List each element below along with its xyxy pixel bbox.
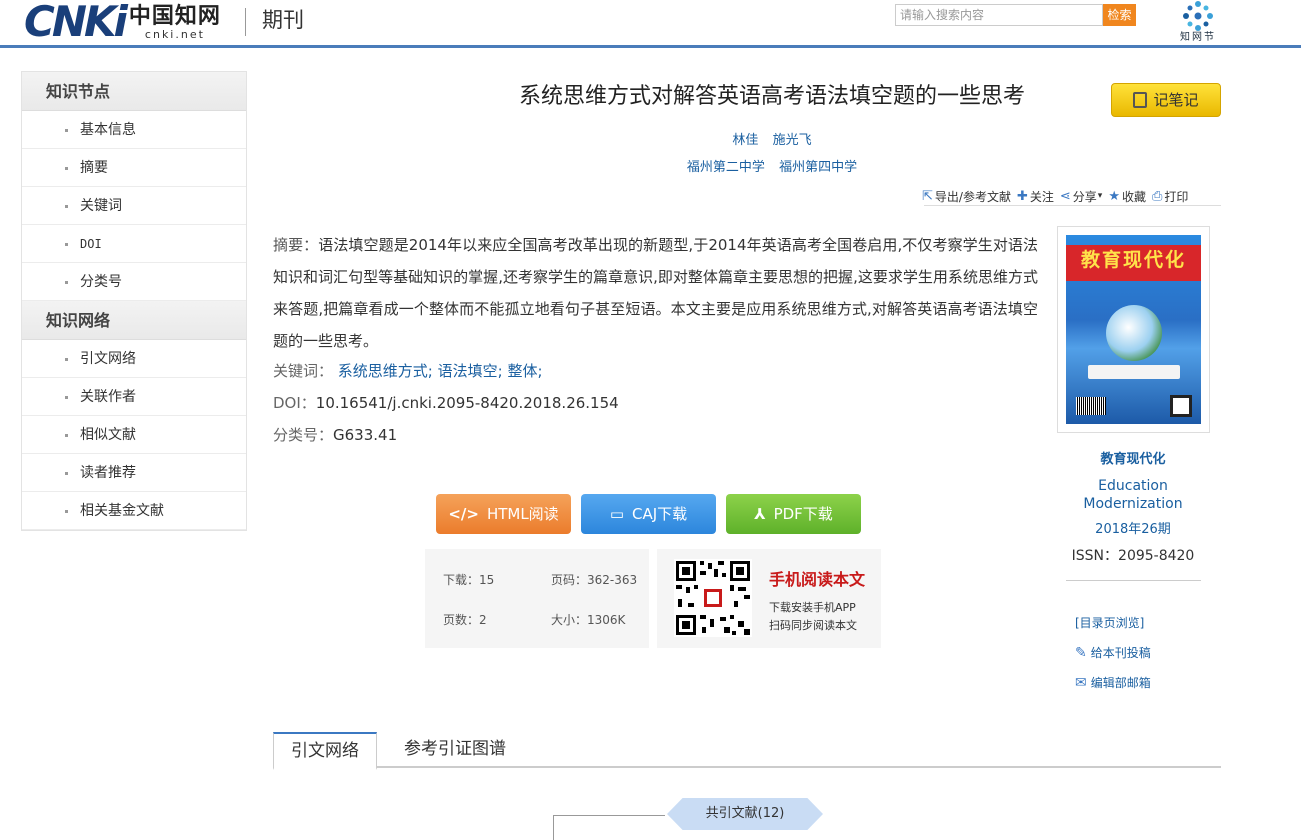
journal-issn: ISSN：2095-8420 bbox=[1071, 548, 1195, 564]
cnki-logo-url: cnki.net bbox=[144, 28, 205, 41]
submit-link[interactable]: ✎ 给本刊投稿 bbox=[1075, 644, 1151, 662]
barcode-image bbox=[1076, 397, 1106, 415]
pdf-icon: ⅄ bbox=[754, 505, 766, 523]
book-icon: ▭ bbox=[609, 505, 624, 523]
submit-icon: ✎ bbox=[1075, 645, 1087, 661]
chevron-down-icon: ▾ bbox=[1097, 191, 1103, 201]
export-icon: ⇱ bbox=[922, 188, 933, 204]
article-stats: 下载：15 页码：362-363 页数：2 大小：1306K bbox=[425, 549, 649, 648]
author-link[interactable]: 施光飞 bbox=[773, 133, 812, 148]
cnki-logo[interactable]: CNKi 中国知网 cnki.net bbox=[24, 0, 221, 44]
sidebar-item-abstract[interactable]: 摘要 bbox=[22, 149, 246, 187]
article-toolbar: ⇱ 导出/参考文献 ✚ 关注 ⋖ 分享 ▾ ★ 收藏 ⎙ 打印 bbox=[922, 186, 1194, 206]
file-size: 大小：1306K bbox=[551, 613, 626, 627]
keyword-link[interactable]: 系统思维方式; bbox=[338, 362, 433, 380]
take-note-button[interactable]: 记笔记 bbox=[1111, 83, 1221, 117]
share-icon: ⋖ bbox=[1059, 188, 1071, 204]
network-connector bbox=[553, 815, 665, 840]
notebook-icon bbox=[1133, 92, 1148, 108]
mobile-read-panel: 手机阅读本文 下载安装手机APP 扫码同步阅读本文 bbox=[657, 549, 881, 648]
abstract-block: 摘要：语法填空题是2014年以来应全国高考改革出现的新题型,于2014年英语高考… bbox=[273, 229, 1038, 357]
sidebar-item-related-authors[interactable]: 关联作者 bbox=[22, 378, 246, 416]
tab-reference-graph[interactable]: 参考引证图谱 bbox=[387, 732, 523, 768]
doi-value: 10.16541/j.cnki.2095-8420.2018.26.154 bbox=[315, 394, 619, 412]
sidebar-item-class-no[interactable]: 分类号 bbox=[22, 263, 246, 301]
plus-icon: ✚ bbox=[1016, 188, 1028, 204]
printer-icon: ⎙ bbox=[1152, 188, 1163, 204]
star-icon: ★ bbox=[1108, 188, 1120, 204]
toc-browse-link[interactable]: [目录页浏览] bbox=[1075, 614, 1144, 632]
sidebar-item-citation-network[interactable]: 引文网络 bbox=[22, 340, 246, 378]
collect-button[interactable]: ★ 收藏 bbox=[1108, 188, 1146, 205]
keyword-link[interactable]: 整体; bbox=[507, 362, 542, 380]
doi-row: DOI：10.16541/j.cnki.2095-8420.2018.26.15… bbox=[273, 387, 619, 419]
keyword-link[interactable]: 语法填空; bbox=[438, 362, 503, 380]
editorial-email-link[interactable]: ✉ 编辑部邮箱 bbox=[1075, 674, 1151, 692]
cocited-papers-node[interactable]: 共引文献(12) bbox=[667, 798, 823, 830]
journal-english-name[interactable]: Education Modernization bbox=[1062, 477, 1204, 513]
zhiwangjie-icon bbox=[1183, 1, 1213, 31]
mail-icon: ✉ bbox=[1075, 675, 1087, 691]
journal-issue-link[interactable]: 2018年26期 bbox=[1058, 520, 1208, 540]
search-input[interactable]: 请输入搜索内容 bbox=[895, 4, 1103, 26]
html-read-button[interactable]: </> HTML阅读 bbox=[436, 494, 571, 534]
abstract-label: 摘要： bbox=[273, 236, 319, 254]
header-divider bbox=[245, 8, 246, 36]
class-label: 分类号： bbox=[273, 426, 334, 444]
share-button[interactable]: ⋖ 分享 ▾ bbox=[1060, 188, 1102, 205]
journal-divider bbox=[1066, 580, 1201, 581]
sidebar-item-reader-recommend[interactable]: 读者推荐 bbox=[22, 454, 246, 492]
download-count: 下载：15 bbox=[443, 573, 495, 587]
keywords-row: 关键词： 系统思维方式; 语法填空; 整体; bbox=[273, 355, 543, 387]
qr-code[interactable] bbox=[674, 559, 752, 637]
journal-name-link[interactable]: 教育现代化 bbox=[1058, 450, 1208, 470]
sidebar-item-doi[interactable]: DOI bbox=[22, 225, 246, 263]
follow-button[interactable]: ✚ 关注 bbox=[1017, 188, 1054, 205]
class-row: 分类号：G633.41 bbox=[273, 419, 397, 451]
caj-download-button[interactable]: ▭ CAJ下载 bbox=[581, 494, 716, 534]
journal-cover[interactable]: 教育现代化 bbox=[1057, 226, 1210, 433]
export-button[interactable]: ⇱ 导出/参考文献 bbox=[922, 188, 1011, 205]
sidebar-item-fund-papers[interactable]: 相关基金文献 bbox=[22, 492, 246, 530]
sidebar-item-similar-papers[interactable]: 相似文献 bbox=[22, 416, 246, 454]
pdf-download-button[interactable]: ⅄ PDF下载 bbox=[726, 494, 861, 534]
search-button[interactable]: 检索 bbox=[1103, 4, 1136, 26]
sidebar-item-basic-info[interactable]: 基本信息 bbox=[22, 111, 246, 149]
sidebar-group-title: 知识节点 bbox=[22, 72, 246, 111]
print-button[interactable]: ⎙ 打印 bbox=[1152, 188, 1188, 205]
network-tabs: 引文网络 参考引证图谱 bbox=[273, 732, 1221, 770]
page-count: 页数：2 bbox=[443, 613, 487, 627]
class-value: G633.41 bbox=[333, 426, 398, 444]
author-link[interactable]: 林佳 bbox=[732, 133, 758, 148]
take-note-label: 记笔记 bbox=[1153, 91, 1199, 109]
page-range: 页码：362-363 bbox=[551, 573, 638, 587]
mobile-read-subtitle: 下载安装手机APP 扫码同步阅读本文 bbox=[769, 601, 857, 632]
author-list: 林佳 施光飞 bbox=[272, 131, 1272, 151]
organization-link[interactable]: 福州第二中学 bbox=[687, 160, 765, 175]
abstract-text: 语法填空题是2014年以来应全国高考改革出现的新题型,于2014年英语高考全国卷… bbox=[273, 236, 1038, 350]
mobile-read-title: 手机阅读本文 bbox=[769, 570, 866, 589]
zhiwangjie-label: 知网节 bbox=[1180, 32, 1216, 43]
sidebar-item-keywords[interactable]: 关键词 bbox=[22, 187, 246, 225]
organization-link[interactable]: 福州第四中学 bbox=[779, 160, 857, 175]
top-header: CNKi 中国知网 cnki.net 期刊 请输入搜索内容 检索 知网节 bbox=[0, 0, 1301, 48]
sidebar-group-title: 知识网络 bbox=[22, 301, 246, 340]
doi-label: DOI： bbox=[273, 394, 316, 412]
zhiwangjie-logo[interactable]: 知网节 bbox=[1172, 0, 1224, 46]
knowledge-sidebar: 知识节点 基本信息 摘要 关键词 DOI 分类号 知识网络 引文网络 关联作者 … bbox=[21, 71, 247, 531]
globe-image bbox=[1106, 305, 1162, 361]
organization-list: 福州第二中学 福州第四中学 bbox=[272, 158, 1272, 178]
cover-title: 教育现代化 bbox=[1066, 245, 1201, 281]
section-title: 期刊 bbox=[262, 8, 304, 32]
tab-citation-network[interactable]: 引文网络 bbox=[273, 732, 377, 770]
cover-qr-image bbox=[1170, 395, 1192, 417]
book-image bbox=[1088, 365, 1180, 379]
toolbar-divider bbox=[924, 205, 1221, 206]
cnki-logo-chinese: 中国知网 bbox=[128, 3, 221, 29]
code-icon: </> bbox=[448, 505, 479, 523]
keywords-label: 关键词： bbox=[273, 362, 334, 380]
cnki-logo-text: CNKi bbox=[24, 0, 128, 46]
